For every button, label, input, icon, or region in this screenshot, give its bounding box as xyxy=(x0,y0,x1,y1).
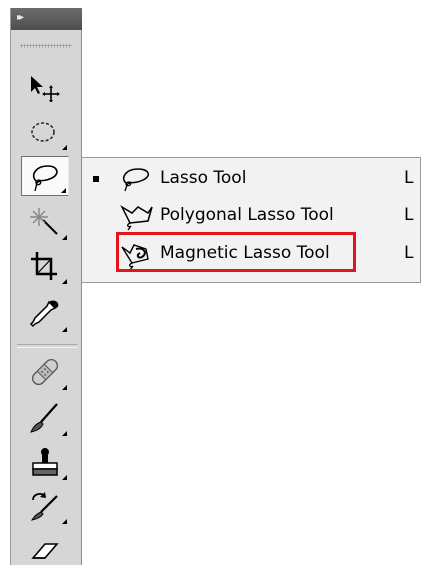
move-icon xyxy=(31,76,60,102)
eraser-tool-button[interactable] xyxy=(21,528,69,565)
crop-icon xyxy=(31,252,57,280)
tool-group-corner xyxy=(62,475,67,480)
eraser-icon xyxy=(31,543,59,559)
lasso-icon xyxy=(122,168,150,192)
expand-panel-icon[interactable]: ▸▸ xyxy=(17,12,24,23)
menu-item-shortcut: L xyxy=(404,243,414,263)
elliptical-marquee-icon xyxy=(31,122,55,142)
magic-wand-tool-button[interactable] xyxy=(21,202,69,242)
bandage-icon xyxy=(31,358,59,386)
menu-item-lasso-tool[interactable]: Lasso Tool L xyxy=(82,160,421,196)
tool-group-corner xyxy=(62,385,67,390)
healing-brush-tool-button[interactable] xyxy=(21,352,69,392)
tools-panel: ▸▸ xyxy=(10,8,82,565)
tool-group-corner xyxy=(62,235,67,240)
menu-item-shortcut: L xyxy=(404,205,414,225)
clone-stamp-tool-button[interactable] xyxy=(21,442,69,482)
magnetic-lasso-highlight-box xyxy=(116,232,356,272)
brush-icon xyxy=(30,403,58,433)
menu-item-shortcut: L xyxy=(404,168,414,188)
tool-group-corner xyxy=(62,279,67,284)
brush-tool-button[interactable] xyxy=(21,398,69,438)
tool-group-corner xyxy=(62,145,67,150)
polygonal-lasso-icon xyxy=(120,205,153,231)
move-tool-button[interactable] xyxy=(21,66,69,106)
tool-group-corner xyxy=(62,519,67,524)
eyedropper-tool-button[interactable] xyxy=(21,294,69,334)
lasso-icon xyxy=(32,165,58,192)
tools-panel-header[interactable]: ▸▸ xyxy=(11,8,82,30)
magic-wand-icon xyxy=(30,208,58,235)
lasso-tool-button[interactable] xyxy=(21,156,69,196)
selected-bullet-icon xyxy=(93,176,99,182)
panel-grip[interactable] xyxy=(20,44,72,48)
lasso-tool-flyout-menu: Lasso Tool L Polygonal Lasso Tool L Magn… xyxy=(82,157,421,283)
tool-group-corner xyxy=(62,431,67,436)
marquee-tool-button[interactable] xyxy=(21,112,69,152)
history-brush-tool-button[interactable] xyxy=(21,486,69,526)
menu-item-label: Lasso Tool xyxy=(160,168,247,188)
crop-tool-button[interactable] xyxy=(21,246,69,286)
stamp-icon xyxy=(32,448,58,476)
tool-group-corner xyxy=(61,188,66,193)
toolbar-divider xyxy=(17,344,77,348)
menu-item-label: Polygonal Lasso Tool xyxy=(160,205,334,225)
tool-group-corner xyxy=(62,327,67,332)
screenshot-stage: ▸▸ Lasso Tool L Polygonal Lasso Tool L M… xyxy=(0,0,421,565)
history-brush-icon xyxy=(30,492,58,521)
eyedropper-icon xyxy=(29,300,59,328)
menu-item-polygonal-lasso-tool[interactable]: Polygonal Lasso Tool L xyxy=(82,197,421,233)
